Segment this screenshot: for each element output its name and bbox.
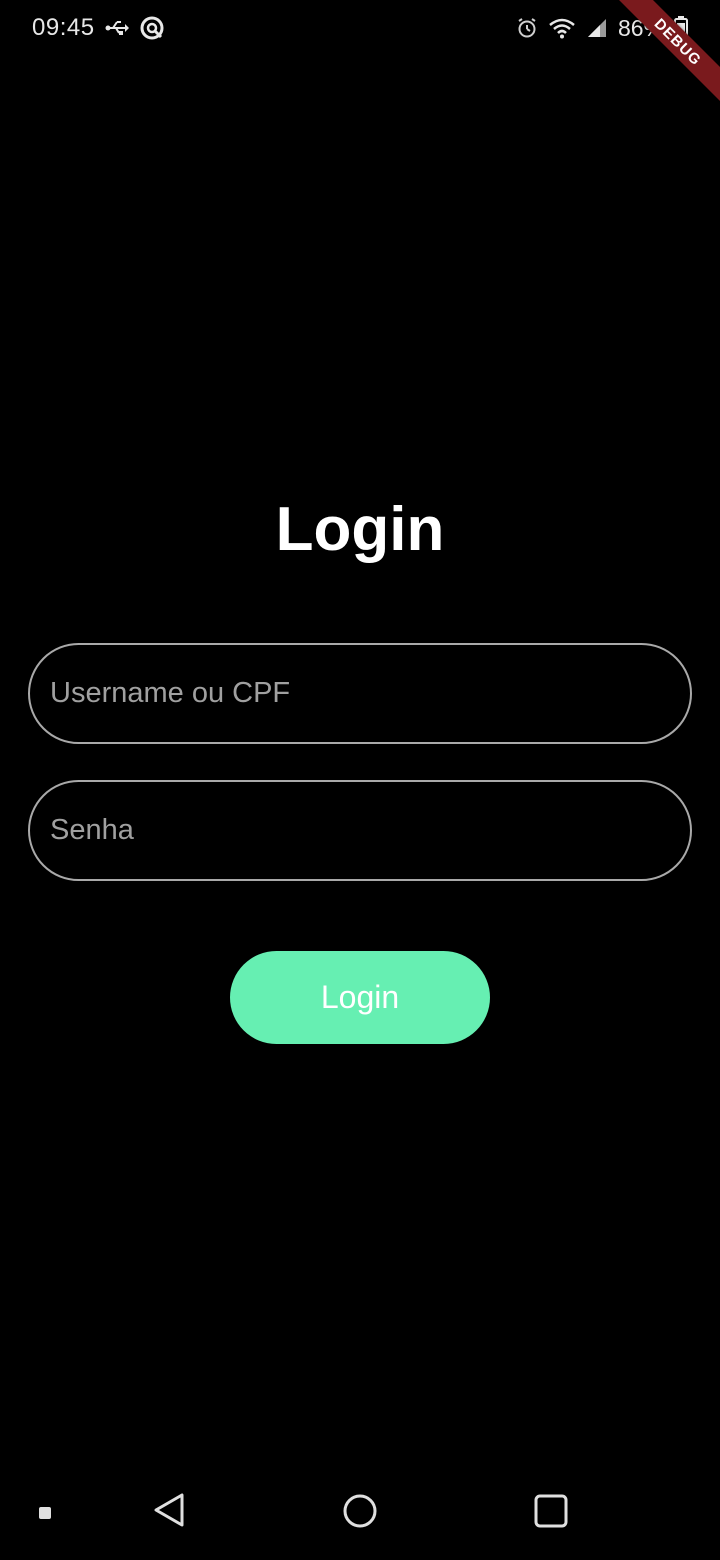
page-title: Login xyxy=(275,495,445,564)
back-icon[interactable] xyxy=(152,1492,186,1528)
status-time: 09:45 xyxy=(32,14,95,41)
username-field[interactable] xyxy=(28,643,692,744)
login-button[interactable]: Login xyxy=(230,951,490,1044)
password-input[interactable] xyxy=(50,814,670,847)
navigation-bar xyxy=(0,1476,720,1560)
username-input[interactable] xyxy=(50,677,670,710)
login-screen: 09:45 86% DEBUG Login Username ou CPF Lo… xyxy=(0,0,720,1560)
status-bar: 09:45 86% xyxy=(0,0,720,56)
menu-dot-icon[interactable] xyxy=(38,1506,52,1520)
signal-icon xyxy=(586,17,608,39)
wifi-icon xyxy=(548,17,576,39)
recents-icon[interactable] xyxy=(534,1494,568,1528)
status-left: 09:45 xyxy=(32,14,165,42)
password-field[interactable] xyxy=(28,780,692,881)
home-icon[interactable] xyxy=(342,1493,378,1529)
sync-icon xyxy=(139,15,165,41)
usb-icon xyxy=(105,18,129,38)
alarm-icon xyxy=(516,17,538,39)
